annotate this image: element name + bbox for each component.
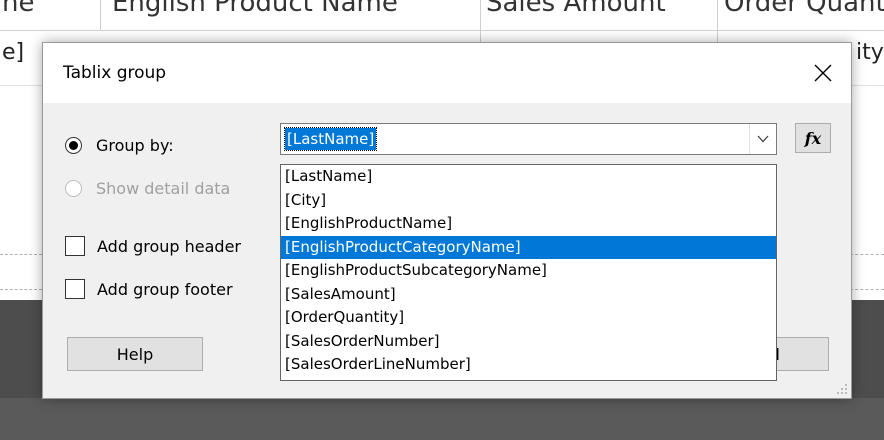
dark-canvas-lower [0, 398, 884, 440]
dropdown-option[interactable]: [EnglishProductSubcategoryName] [281, 259, 776, 283]
dropdown-option[interactable]: [OrderQuantity] [281, 306, 776, 330]
dropdown-option[interactable]: [SalesOrderLineNumber] [281, 353, 776, 377]
dropdown-option[interactable]: [EnglishProductName] [281, 212, 776, 236]
show-detail-label: Show detail data [96, 179, 231, 198]
resize-grip-icon[interactable] [836, 383, 848, 395]
dropdown-option[interactable]: [EnglishProductCategoryName] [281, 235, 776, 259]
row-cell: ity [856, 40, 884, 65]
dashed-line [850, 289, 884, 290]
group-by-label: Group by: [96, 136, 174, 155]
show-detail-option: Show detail data [65, 179, 230, 198]
dropdown-option[interactable]: [City] [281, 189, 776, 213]
dropdown-option[interactable]: [LastName] [281, 165, 776, 189]
add-group-header-checkbox[interactable] [65, 236, 85, 256]
add-group-footer-label: Add group footer [97, 279, 233, 299]
dropdown-option[interactable]: [SalesAmount] [281, 283, 776, 307]
dialog-title: Tablix group [63, 63, 167, 83]
close-icon [814, 64, 832, 82]
combo-selected-value[interactable]: [LastName] [283, 127, 378, 151]
column-divider [100, 0, 101, 30]
dashed-line [850, 254, 884, 255]
row-cell: e] [2, 40, 25, 65]
group-by-dropdown-list: [LastName] [City] [EnglishProductName] [Eng… [280, 164, 777, 381]
group-by-radio[interactable] [65, 137, 82, 154]
expression-button[interactable]: fx [795, 123, 831, 153]
help-button[interactable]: Help [67, 337, 203, 371]
chevron-down-icon [757, 135, 769, 143]
add-group-header-option[interactable]: Add group header [65, 236, 241, 256]
group-by-option[interactable]: Group by: [65, 136, 174, 155]
add-group-header-label: Add group header [97, 236, 241, 256]
header-cell: Sales Amount [486, 0, 666, 18]
show-detail-radio [65, 180, 82, 197]
add-group-footer-option[interactable]: Add group footer [65, 279, 233, 299]
tablix-group-dialog: Tablix group Group by: Show detail data … [42, 42, 852, 399]
close-button[interactable] [803, 55, 843, 91]
combo-dropdown-button[interactable] [749, 124, 776, 154]
header-cell: Order Quantity [724, 0, 884, 18]
header-cell: English Product Name [112, 0, 398, 18]
dashed-line [0, 289, 42, 290]
add-group-footer-checkbox[interactable] [65, 279, 85, 299]
header-cell: ne [2, 0, 35, 18]
dropdown-option[interactable]: [SalesOrderNumber] [281, 330, 776, 354]
group-by-combobox[interactable]: [LastName] [280, 123, 777, 155]
report-header-row: ne English Product Name Sales Amount Ord… [0, 0, 884, 31]
dialog-titlebar: Tablix group [43, 43, 851, 103]
dashed-line [0, 254, 42, 255]
